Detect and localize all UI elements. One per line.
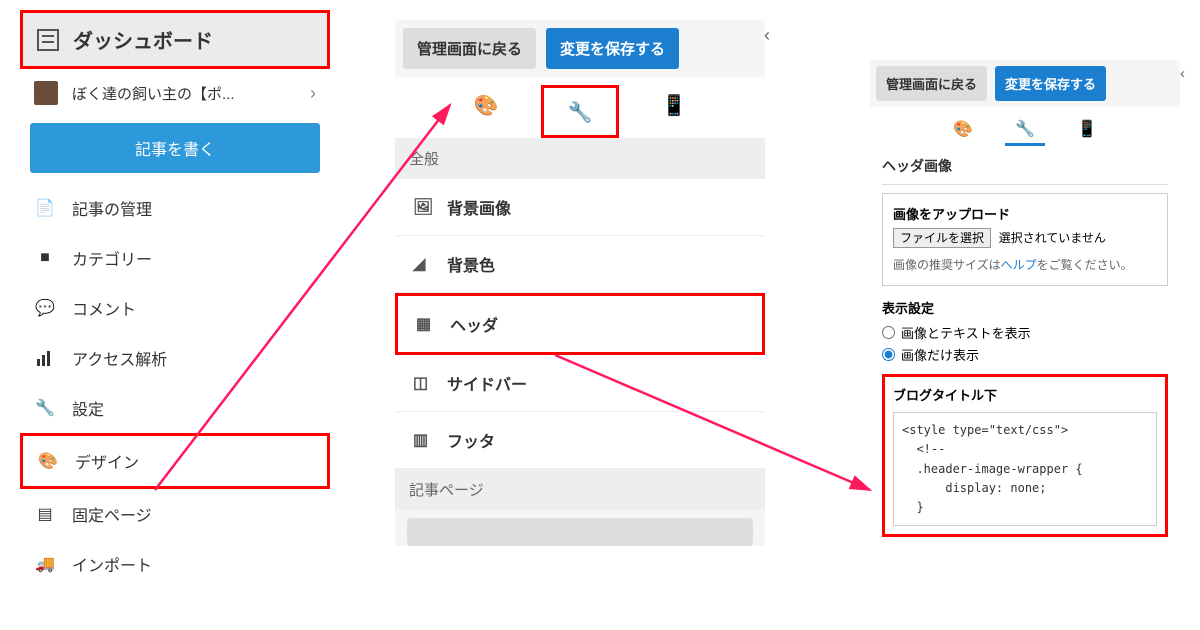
- collapse-icon[interactable]: ‹: [764, 25, 770, 46]
- help-link[interactable]: ヘルプ: [1001, 258, 1037, 272]
- sidebar-label: アクセス解析: [72, 346, 167, 370]
- radio-label: 画像とテキストを表示: [901, 323, 1031, 342]
- folder-icon: ■: [34, 247, 56, 269]
- upload-label: 画像をアップロード: [893, 204, 1157, 223]
- sidebar-label: 記事の管理: [72, 196, 152, 220]
- item-label: フッタ: [447, 428, 495, 452]
- image-icon: 🖼: [413, 197, 433, 217]
- dashboard-item[interactable]: ダッシュボード: [20, 10, 330, 69]
- mobile-icon: 📱: [661, 95, 686, 117]
- tab-row: 🎨 🔧 📱: [870, 107, 1180, 146]
- sidebar-label: インポート: [72, 552, 152, 576]
- display-settings: 表示設定 画像とテキストを表示 画像だけ表示: [882, 298, 1168, 364]
- blog-name: ぼく達の飼い主の【ポ...: [72, 83, 235, 104]
- file-select-button[interactable]: ファイルを選択: [893, 228, 991, 248]
- toolbar: 管理画面に戻る 変更を保存する ‹: [870, 60, 1180, 107]
- section-title: ヘッダ画像: [882, 156, 1168, 185]
- sidebar-item-posts[interactable]: 📄 記事の管理: [20, 183, 330, 233]
- item-bg-image[interactable]: 🖼 背景画像: [395, 179, 765, 236]
- tab-palette[interactable]: 🎨: [460, 85, 513, 138]
- save-button[interactable]: 変更を保存する: [546, 28, 679, 69]
- sidebar-item-pages[interactable]: ▤ 固定ページ: [20, 489, 330, 539]
- tab-mobile[interactable]: 📱: [647, 85, 700, 138]
- mobile-icon: 📱: [1077, 121, 1097, 138]
- sidebar-icon: ◫: [413, 373, 433, 393]
- chevron-right-icon: ›: [310, 83, 316, 104]
- import-icon: 🚚: [34, 553, 56, 575]
- toolbar: 管理画面に戻る 変更を保存する ‹: [395, 20, 765, 77]
- header-icon: ▦: [416, 314, 436, 334]
- wrench-icon: 🔧: [34, 397, 56, 419]
- file-icon: 📄: [34, 197, 56, 219]
- save-button[interactable]: 変更を保存する: [995, 66, 1106, 101]
- sidebar-item-design[interactable]: 🎨 デザイン: [20, 433, 330, 489]
- placeholder-row: [407, 518, 753, 546]
- custom-css-textarea[interactable]: <style type="text/css"> <!-- .header-ima…: [893, 412, 1157, 526]
- dashboard-label: ダッシュボード: [73, 25, 213, 54]
- back-button[interactable]: 管理画面に戻る: [876, 66, 987, 101]
- header-image-section: ヘッダ画像 画像をアップロード ファイルを選択 選択されていません 画像の推奨サ…: [870, 146, 1180, 547]
- sidebar-label: カテゴリー: [72, 246, 152, 270]
- header-settings-panel: 管理画面に戻る 変更を保存する ‹ 🎨 🔧 📱 ヘッダ画像 画像をアップロード …: [870, 60, 1180, 547]
- palette-icon: 🎨: [37, 450, 59, 472]
- item-sidebar[interactable]: ◫ サイドバー: [395, 355, 765, 412]
- file-none-text: 選択されていません: [999, 231, 1106, 245]
- item-label: 背景画像: [447, 195, 511, 219]
- write-post-button[interactable]: 記事を書く: [30, 123, 320, 173]
- footer-icon: ▥: [413, 430, 433, 450]
- blog-avatar-icon: [34, 81, 58, 105]
- blog-title-below-section: ブログタイトル下 <style type="text/css"> <!-- .h…: [882, 374, 1168, 537]
- help-text: 画像の推奨サイズはヘルプをご覧ください。: [893, 256, 1157, 275]
- comment-icon: 💬: [34, 297, 56, 319]
- code-section-title: ブログタイトル下: [893, 385, 1157, 404]
- radio-image-only[interactable]: 画像だけ表示: [882, 345, 1168, 364]
- sidebar-panel: ダッシュボード ぼく達の飼い主の【ポ... › 記事を書く 📄 記事の管理 ■ …: [20, 10, 330, 589]
- sidebar-item-categories[interactable]: ■ カテゴリー: [20, 233, 330, 283]
- palette-icon: 🎨: [953, 121, 973, 138]
- section-general: 全般: [395, 138, 765, 179]
- radio-image-text[interactable]: 画像とテキストを表示: [882, 323, 1168, 342]
- upload-box: 画像をアップロード ファイルを選択 選択されていません 画像の推奨サイズはヘルプ…: [882, 193, 1168, 286]
- item-label: ヘッダ: [450, 312, 498, 336]
- back-button[interactable]: 管理画面に戻る: [403, 28, 536, 69]
- wrench-icon: 🔧: [1015, 121, 1035, 138]
- sidebar-label: 設定: [72, 396, 104, 420]
- palette-icon: 🎨: [474, 95, 499, 117]
- radio-input[interactable]: [882, 326, 895, 339]
- chart-icon: [34, 347, 56, 369]
- sidebar-item-import[interactable]: 🚚 インポート: [20, 539, 330, 589]
- tab-wrench-highlight: 🔧: [541, 85, 620, 138]
- tab-row: 🎨 🔧 📱: [395, 77, 765, 138]
- sidebar-item-analytics[interactable]: アクセス解析: [20, 333, 330, 383]
- tab-mobile[interactable]: 📱: [1067, 113, 1107, 146]
- customize-panel: 管理画面に戻る 変更を保存する ‹ 🎨 🔧 📱 全般 🖼 背景画像 ◢ 背景色 …: [395, 20, 765, 554]
- sidebar-label: 固定ページ: [72, 502, 152, 526]
- section-article: 記事ページ: [395, 469, 765, 510]
- pages-icon: ▤: [34, 503, 56, 525]
- item-footer[interactable]: ▥ フッタ: [395, 412, 765, 469]
- tab-wrench[interactable]: 🔧: [1005, 113, 1045, 146]
- tab-palette[interactable]: 🎨: [943, 113, 983, 146]
- sidebar-item-comments[interactable]: 💬 コメント: [20, 283, 330, 333]
- settings-list: 全般 🖼 背景画像 ◢ 背景色 ▦ ヘッダ ◫ サイドバー ▥ フッタ 記事ペー…: [395, 138, 765, 546]
- item-bg-color[interactable]: ◢ 背景色: [395, 236, 765, 293]
- sidebar-item-settings[interactable]: 🔧 設定: [20, 383, 330, 433]
- item-label: サイドバー: [447, 371, 527, 395]
- wrench-icon: 🔧: [568, 102, 593, 124]
- display-title: 表示設定: [882, 298, 1168, 317]
- tab-wrench[interactable]: 🔧: [554, 92, 607, 131]
- item-label: 背景色: [447, 252, 495, 276]
- item-header[interactable]: ▦ ヘッダ: [395, 293, 765, 355]
- radio-label: 画像だけ表示: [901, 345, 979, 364]
- sidebar-label: デザイン: [75, 449, 139, 473]
- help-post: をご覧ください。: [1037, 258, 1133, 272]
- dashboard-icon: [37, 29, 59, 51]
- paint-icon: ◢: [413, 254, 433, 274]
- collapse-icon[interactable]: ‹: [1180, 65, 1185, 82]
- radio-input[interactable]: [882, 348, 895, 361]
- help-pre: 画像の推奨サイズは: [893, 258, 1001, 272]
- blog-selector[interactable]: ぼく達の飼い主の【ポ... ›: [20, 69, 330, 117]
- sidebar-label: コメント: [72, 296, 136, 320]
